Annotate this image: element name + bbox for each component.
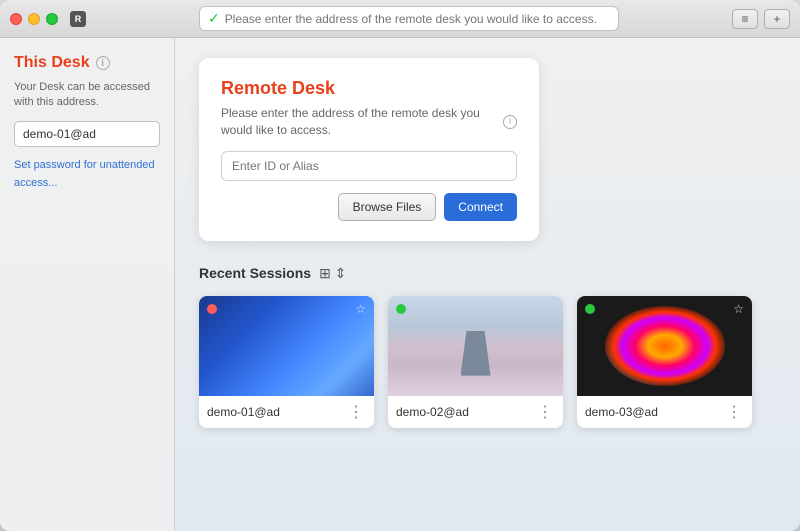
session-footer-2: demo-02@ad ⋮ (388, 396, 563, 428)
recent-sessions-header: Recent Sessions ⊞ ⇕ (199, 265, 776, 282)
status-dot-2 (396, 304, 406, 314)
info-icon[interactable]: i (96, 56, 110, 70)
star-icon-1[interactable]: ☆ (355, 302, 366, 316)
session-name-3: demo-03@ad (585, 405, 658, 419)
menu-button[interactable]: ≡ (732, 9, 758, 29)
session-menu-1[interactable]: ⋮ (346, 402, 366, 422)
search-input[interactable] (225, 12, 610, 26)
app-icon: R (70, 11, 86, 27)
remote-desk-actions: Browse Files Connect (221, 193, 517, 221)
remote-desk-card: Remote Desk Please enter the address of … (199, 58, 539, 241)
grid-view-icon[interactable]: ⊞ ⇕ (319, 265, 346, 282)
remote-desk-input[interactable] (221, 151, 517, 181)
session-footer-1: demo-01@ad ⋮ (199, 396, 374, 428)
session-name-1: demo-01@ad (207, 405, 280, 419)
sidebar-description: Your Desk can be accessed with this addr… (14, 80, 160, 111)
check-icon: ✓ (208, 10, 220, 27)
titlebar: R ✓ ≡ + (0, 0, 800, 38)
recent-sessions-title: Recent Sessions (199, 265, 311, 281)
session-card-3[interactable]: ☆ demo-03@ad ⋮ (577, 296, 752, 428)
minimize-button[interactable] (28, 13, 40, 25)
add-icon: + (773, 12, 780, 26)
session-card-2[interactable]: demo-02@ad ⋮ (388, 296, 563, 428)
remote-desk-title: Remote Desk (221, 78, 517, 99)
session-card-1[interactable]: ☆ demo-01@ad ⋮ (199, 296, 374, 428)
star-icon-3[interactable]: ☆ (733, 302, 744, 316)
session-menu-2[interactable]: ⋮ (535, 402, 555, 422)
status-dot-3 (585, 304, 595, 314)
add-tab-button[interactable]: + (764, 9, 790, 29)
connect-button[interactable]: Connect (444, 193, 517, 221)
sidebar: This Desk i Your Desk can be accessed wi… (0, 38, 175, 531)
menu-icon: ≡ (741, 12, 748, 26)
search-bar: ✓ (199, 6, 619, 31)
session-name-2: demo-02@ad (396, 405, 469, 419)
session-menu-3[interactable]: ⋮ (724, 402, 744, 422)
set-password-link[interactable]: Set password for unattended access... (14, 159, 155, 189)
maximize-button[interactable] (46, 13, 58, 25)
traffic-lights (10, 13, 58, 25)
titlebar-actions: ≡ + (732, 9, 790, 29)
close-button[interactable] (10, 13, 22, 25)
session-footer-3: demo-03@ad ⋮ (577, 396, 752, 428)
right-panel: Remote Desk Please enter the address of … (175, 38, 800, 531)
sidebar-title-text: This Desk (14, 54, 90, 72)
sessions-grid: ☆ demo-01@ad ⋮ demo-02@ad ⋮ (199, 296, 776, 428)
main-content: This Desk i Your Desk can be accessed wi… (0, 38, 800, 531)
session-thumbnail-1: ☆ (199, 296, 374, 396)
browse-files-button[interactable]: Browse Files (338, 193, 437, 221)
session-thumbnail-2 (388, 296, 563, 396)
status-dot-1 (207, 304, 217, 314)
sidebar-title: This Desk i (14, 54, 160, 72)
remote-desk-description: Please enter the address of the remote d… (221, 105, 517, 139)
search-bar-wrapper: ✓ (94, 6, 724, 31)
session-thumbnail-3: ☆ (577, 296, 752, 396)
main-window: R ✓ ≡ + This Desk i Your Des (0, 0, 800, 531)
address-field[interactable] (14, 121, 160, 147)
remote-desk-info-icon[interactable]: i (503, 115, 517, 129)
